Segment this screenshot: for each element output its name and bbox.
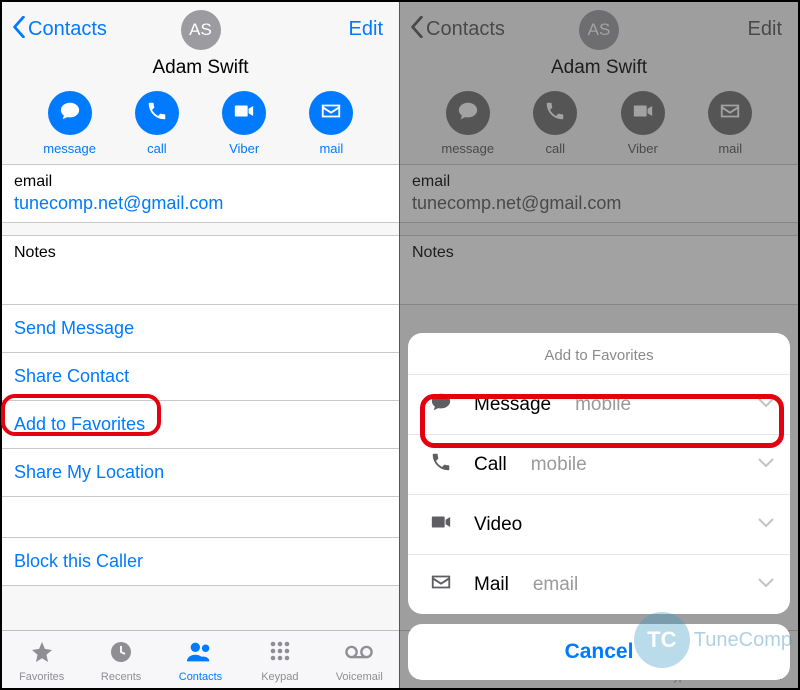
notes-label: Notes (14, 244, 387, 262)
mail-action[interactable]: mail (299, 91, 363, 156)
sheet-row-video[interactable]: Video (408, 495, 790, 555)
contact-detail-screen-with-sheet: Contacts AS Edit Adam Swift message call… (400, 2, 798, 688)
chevron-down-icon (758, 456, 774, 474)
sheet-row-mail[interactable]: Mail email (408, 555, 790, 614)
tab-contacts[interactable]: Contacts (165, 640, 235, 683)
clock-icon (107, 640, 135, 669)
back-button[interactable]: Contacts (12, 16, 107, 44)
watermark: TC TuneComp (634, 612, 792, 668)
voicemail-icon (345, 640, 373, 669)
chevron-down-icon (758, 516, 774, 534)
chevron-down-icon (758, 396, 774, 414)
viber-label: Viber (229, 141, 259, 156)
contacts-icon (186, 640, 214, 669)
call-label: call (147, 141, 167, 156)
sheet-row-sub: mobile (531, 454, 587, 476)
chevron-left-icon (12, 16, 26, 44)
viber-action[interactable]: Viber (212, 91, 276, 156)
add-to-favorites-link[interactable]: Add to Favorites (2, 401, 399, 449)
phone-icon (428, 451, 454, 478)
sheet-row-sub: mobile (575, 394, 631, 416)
mail-icon (320, 100, 342, 127)
tab-recents[interactable]: Recents (86, 640, 156, 683)
email-section[interactable]: email tunecomp.net@gmail.com (2, 165, 399, 223)
video-icon (428, 511, 454, 538)
share-my-location-link[interactable]: Share My Location (2, 449, 399, 497)
email-label: email (14, 173, 387, 191)
watermark-text: TuneComp (694, 629, 792, 652)
sheet-row-sub: email (533, 574, 578, 596)
tab-bar: Favorites Recents Contacts Keypad Voicem… (2, 630, 399, 688)
message-label: message (43, 141, 96, 156)
sheet-row-label: Video (474, 514, 522, 536)
edit-button[interactable]: Edit (349, 18, 389, 41)
tab-keypad[interactable]: Keypad (245, 640, 315, 683)
contact-actions: message call Viber mail (2, 87, 399, 165)
message-action[interactable]: message (38, 91, 102, 156)
email-value: tunecomp.net@gmail.com (14, 193, 387, 214)
tab-voicemail[interactable]: Voicemail (324, 640, 394, 683)
contact-detail-screen: Contacts AS Edit Adam Swift message call… (2, 2, 400, 688)
avatar: AS (181, 10, 221, 50)
sheet-row-label: Mail (474, 574, 509, 596)
keypad-icon (266, 640, 294, 669)
phone-icon (146, 100, 168, 127)
sheet-title: Add to Favorites (408, 333, 790, 375)
call-action[interactable]: call (125, 91, 189, 156)
video-icon (233, 100, 255, 127)
message-icon (428, 391, 454, 418)
contact-name: Adam Swift (2, 57, 399, 79)
sheet-row-call[interactable]: Call mobile (408, 435, 790, 495)
watermark-logo: TC (634, 612, 690, 668)
navbar: Contacts AS Edit (2, 2, 399, 57)
mail-icon (428, 571, 454, 598)
block-caller-link[interactable]: Block this Caller (2, 537, 399, 586)
notes-section[interactable]: Notes (2, 235, 399, 305)
sheet-row-label: Message (474, 394, 551, 416)
message-icon (59, 100, 81, 127)
back-label: Contacts (28, 18, 107, 41)
sheet-row-message[interactable]: Message mobile (408, 375, 790, 435)
mail-label: mail (319, 141, 343, 156)
sheet-row-label: Call (474, 454, 507, 476)
send-message-link[interactable]: Send Message (2, 305, 399, 353)
chevron-down-icon (758, 576, 774, 594)
star-icon (28, 640, 56, 669)
share-contact-link[interactable]: Share Contact (2, 353, 399, 401)
links-group: Send Message Share Contact Add to Favori… (2, 305, 399, 586)
tab-favorites[interactable]: Favorites (7, 640, 77, 683)
